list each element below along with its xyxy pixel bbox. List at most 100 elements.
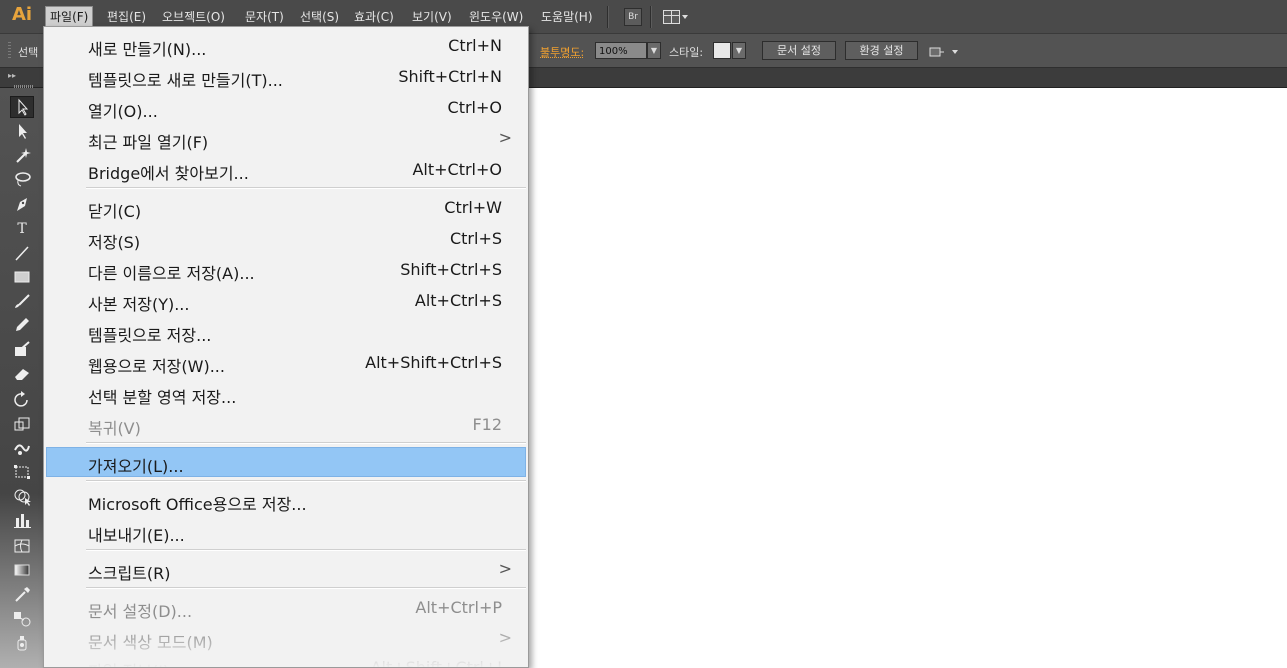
menu-item-label: 템플릿으로 새로 만들기(T)... xyxy=(88,71,283,90)
blend-tool-icon[interactable] xyxy=(10,608,34,630)
opacity-label[interactable]: 불투명도: xyxy=(540,44,584,60)
menu-item-new-from-template[interactable]: 템플릿으로 새로 만들기(T)... Shift+Ctrl+N xyxy=(46,64,526,91)
menu-item-shortcut: Alt+Shift+Ctrl+I xyxy=(370,658,502,668)
line-tool-icon[interactable] xyxy=(10,243,34,265)
menu-help[interactable]: 도움말(H) xyxy=(537,8,597,26)
menu-item-label: 최근 파일 열기(F) xyxy=(88,133,209,152)
menu-item-label: 새로 만들기(N)... xyxy=(88,40,207,59)
pen-tool-icon[interactable] xyxy=(10,194,34,216)
control-bar-grip[interactable] xyxy=(8,42,11,60)
style-label: 스타일: xyxy=(669,46,704,59)
menu-file[interactable]: 파일(F) xyxy=(45,6,94,28)
selection-label: 선택 xyxy=(18,46,39,59)
menu-item-shortcut: Ctrl+W xyxy=(444,198,502,217)
menu-separator xyxy=(86,480,526,482)
menu-item-open-recent[interactable]: 최근 파일 열기(F) > xyxy=(46,126,526,153)
menu-item-revert: 복귀(V) F12 xyxy=(46,412,526,439)
menu-item-shortcut: Alt+Ctrl+O xyxy=(412,160,502,179)
tools-panel: T xyxy=(0,85,44,668)
symbol-sprayer-tool-icon[interactable] xyxy=(10,633,34,655)
rectangle-tool-icon[interactable] xyxy=(10,267,34,289)
menu-view[interactable]: 보기(V) xyxy=(408,8,456,26)
bridge-button[interactable]: Br xyxy=(624,8,642,26)
warp-tool-icon[interactable] xyxy=(10,438,34,460)
menu-object[interactable]: 오브젝트(O) xyxy=(158,8,229,26)
menu-separator xyxy=(86,187,526,189)
menu-item-shortcut: F12 xyxy=(472,415,502,434)
workspace-layout-icon[interactable] xyxy=(663,9,689,24)
type-tool-icon[interactable]: T xyxy=(10,218,34,240)
menu-item-shortcut: Shift+Ctrl+N xyxy=(398,67,502,86)
menu-item-shortcut: Alt+Shift+Ctrl+S xyxy=(365,353,502,372)
menu-item-place[interactable]: 가져오기(L)... xyxy=(46,447,526,477)
menu-item-save-selected-slices[interactable]: 선택 분할 영역 저장... xyxy=(46,381,526,408)
rotate-tool-icon[interactable] xyxy=(10,390,34,412)
menu-item-scripts[interactable]: 스크립트(R) > xyxy=(46,557,526,584)
menu-item-save[interactable]: 저장(S) Ctrl+S xyxy=(46,226,526,253)
tools-panel-grip[interactable] xyxy=(14,85,34,88)
menu-item-save-for-web[interactable]: 웹용으로 저장(W)... Alt+Shift+Ctrl+S xyxy=(46,350,526,377)
magic-wand-tool-icon[interactable] xyxy=(10,145,34,167)
menu-item-save-copy[interactable]: 사본 저장(Y)... Alt+Ctrl+S xyxy=(46,288,526,315)
submenu-arrow-icon: > xyxy=(498,128,512,147)
menu-item-save-as-template[interactable]: 템플릿으로 저장... xyxy=(46,319,526,346)
menu-item-close[interactable]: 닫기(C) Ctrl+W xyxy=(46,195,526,222)
menu-item-shortcut: Ctrl+O xyxy=(447,98,502,117)
menu-item-document-setup: 문서 설정(D)... Alt+Ctrl+P xyxy=(46,595,526,622)
style-dropdown-arrow[interactable]: ▼ xyxy=(732,42,746,59)
menu-item-browse-in-bridge[interactable]: Bridge에서 찾아보기... Alt+Ctrl+O xyxy=(46,157,526,184)
pencil-tool-icon[interactable] xyxy=(10,315,34,337)
document-setup-button[interactable]: 문서 설정 xyxy=(762,41,836,60)
opacity-input[interactable]: 100% xyxy=(595,42,647,59)
menu-separator xyxy=(86,442,526,444)
menu-item-save-for-office[interactable]: Microsoft Office용으로 저장... xyxy=(46,488,526,515)
eraser-tool-icon[interactable] xyxy=(10,363,34,385)
menu-item-export[interactable]: 내보내기(E)... xyxy=(46,519,526,546)
menu-item-label: Microsoft Office용으로 저장... xyxy=(88,495,307,514)
menu-item-label: 내보내기(E)... xyxy=(88,526,185,545)
menu-window[interactable]: 윈도우(W) xyxy=(465,8,527,26)
menu-item-shortcut: Ctrl+S xyxy=(449,229,502,248)
menu-item-open[interactable]: 열기(O)... Ctrl+O xyxy=(46,95,526,122)
menu-select[interactable]: 선택(S) xyxy=(296,8,343,26)
menu-item-label: 문서 색상 모드(M) xyxy=(88,633,213,652)
file-menu-dropdown: 새로 만들기(N)... Ctrl+N 템플릿으로 새로 만들기(T)... S… xyxy=(43,26,529,668)
opacity-dropdown-arrow[interactable]: ▼ xyxy=(647,42,661,59)
paintbrush-tool-icon[interactable] xyxy=(10,291,34,313)
shape-builder-tool-icon[interactable] xyxy=(10,486,34,508)
scale-tool-icon[interactable] xyxy=(10,414,34,436)
column-graph-tool-icon[interactable] xyxy=(10,510,34,532)
preferences-button[interactable]: 환경 설정 xyxy=(845,41,918,60)
menu-item-label: 웹용으로 저장(W)... xyxy=(88,357,225,376)
menu-item-label: 열기(O)... xyxy=(88,102,158,121)
menu-item-document-color-mode: 문서 색상 모드(M) > xyxy=(46,626,526,653)
menu-item-new[interactable]: 새로 만들기(N)... Ctrl+N xyxy=(46,33,526,60)
submenu-arrow-icon: > xyxy=(498,559,512,578)
gradient-tool-icon[interactable] xyxy=(10,560,34,582)
mesh-tool-icon[interactable] xyxy=(10,536,34,558)
blob-brush-tool-icon[interactable] xyxy=(10,339,34,361)
menu-effect[interactable]: 효과(C) xyxy=(350,8,398,26)
eyedropper-tool-icon[interactable] xyxy=(10,584,34,606)
arrange-documents-icon[interactable] xyxy=(928,44,962,58)
menu-item-shortcut: Shift+Ctrl+S xyxy=(400,260,502,279)
menubar-divider xyxy=(650,6,652,28)
menu-type[interactable]: 문자(T) xyxy=(241,8,288,26)
menu-item-label: 저장(S) xyxy=(88,233,141,252)
menubar-divider xyxy=(607,6,609,28)
lasso-tool-icon[interactable] xyxy=(10,169,34,191)
selection-tool-icon[interactable] xyxy=(10,96,34,118)
free-transform-tool-icon[interactable] xyxy=(10,462,34,484)
menu-item-save-as[interactable]: 다른 이름으로 저장(A)... Shift+Ctrl+S xyxy=(46,257,526,284)
graphic-style-swatch[interactable] xyxy=(713,42,731,59)
app-logo: Ai xyxy=(12,4,33,25)
menu-item-label: 다른 이름으로 저장(A)... xyxy=(88,264,255,283)
menu-item-shortcut: Alt+Ctrl+S xyxy=(414,291,502,310)
menu-item-label: 파일 정보(I)... xyxy=(88,658,184,667)
menu-edit[interactable]: 편집(E) xyxy=(103,8,150,26)
direct-selection-tool-icon[interactable] xyxy=(10,121,34,143)
menu-item-label: 템플릿으로 저장... xyxy=(88,326,212,345)
collapse-panel-icon[interactable]: ▸▸ xyxy=(8,71,16,80)
menu-item-label: 닫기(C) xyxy=(88,202,142,221)
menu-item-label: 사본 저장(Y)... xyxy=(88,295,190,314)
